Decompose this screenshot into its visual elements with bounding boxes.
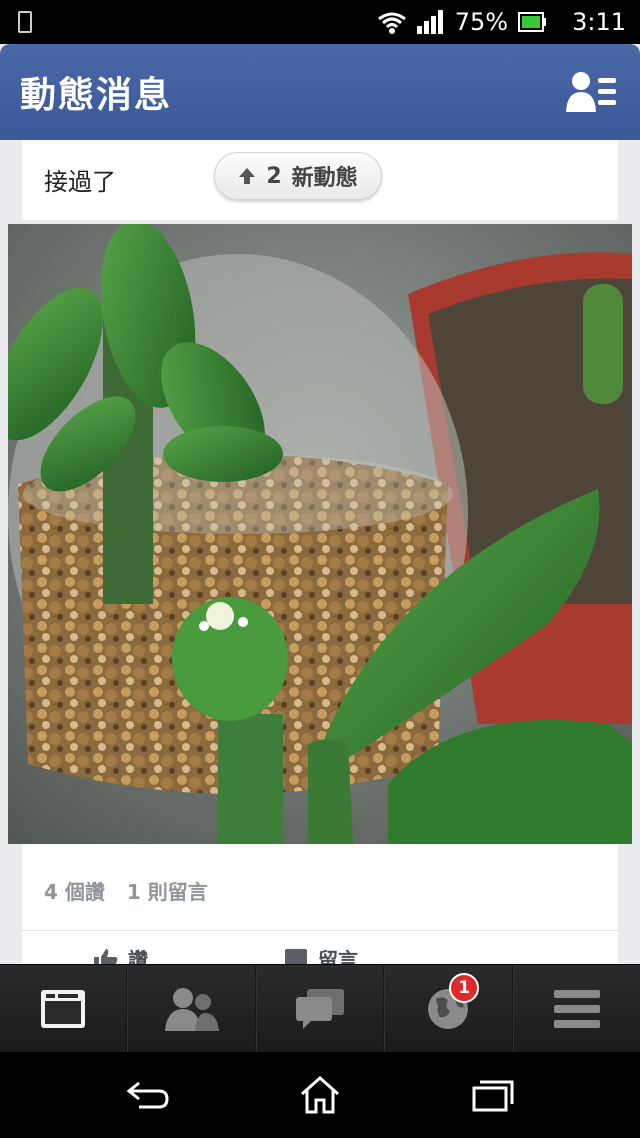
phone-icon	[18, 11, 32, 33]
tab-news-feed[interactable]	[0, 965, 128, 1052]
post-stats[interactable]: 4 個讚 1 則留言	[44, 876, 208, 905]
like-button[interactable]: 讚	[94, 944, 148, 964]
tab-more[interactable]	[512, 965, 640, 1052]
home-button[interactable]	[280, 1065, 360, 1125]
comment-icon	[285, 948, 307, 964]
notification-badge: 1	[449, 973, 480, 1003]
back-button[interactable]	[107, 1065, 187, 1125]
friends-icon	[164, 987, 219, 1031]
home-icon	[300, 1076, 339, 1114]
friend-requests-icon[interactable]	[566, 70, 618, 114]
recent-apps-icon	[472, 1080, 514, 1112]
like-count[interactable]: 4 個讚	[44, 876, 105, 905]
back-icon	[126, 1081, 169, 1109]
new-stories-button[interactable]: 2 新動態	[214, 152, 382, 200]
tab-messages[interactable]	[255, 965, 385, 1052]
news-feed-icon	[41, 989, 86, 1028]
divider	[22, 930, 618, 931]
new-stories-label: 新動態	[291, 166, 358, 191]
tab-bar: 1	[0, 964, 640, 1052]
status-bar: 75% 3:11	[0, 0, 640, 44]
messages-icon	[296, 988, 345, 1029]
clock: 3:11	[572, 8, 626, 36]
news-feed[interactable]: 接過了 2 新動態 4 個讚 1 則留言 讚 留言	[0, 140, 640, 964]
post-actions: 讚 留言	[22, 944, 618, 964]
signal-icon	[416, 10, 445, 34]
comment-count[interactable]: 1 則留言	[127, 876, 208, 905]
comment-button[interactable]: 留言	[284, 944, 358, 964]
like-label: 讚	[128, 948, 148, 964]
tab-friends[interactable]	[127, 965, 256, 1052]
recent-apps-button[interactable]	[453, 1065, 533, 1125]
action-bar: 動態消息	[0, 44, 640, 140]
page-title: 動態消息	[20, 75, 173, 116]
post-photo[interactable]	[8, 224, 632, 844]
system-nav-bar	[0, 1052, 640, 1138]
thumbs-up-icon	[94, 948, 118, 964]
tab-notifications[interactable]: 1	[384, 965, 513, 1052]
wifi-icon	[377, 10, 407, 34]
post-footer: 4 個讚 1 則留言 讚 留言	[22, 844, 618, 964]
menu-icon	[553, 989, 600, 1028]
up-arrow-icon	[239, 168, 256, 184]
comment-label: 留言	[318, 948, 358, 964]
screen: 75% 3:11 動態消息 接過了 2 新動態 4 個讚 1 則留言 讚 留言 …	[0, 0, 640, 1138]
new-stories-count: 2	[266, 163, 282, 189]
battery-icon	[518, 11, 548, 33]
story-text: 接過了	[44, 168, 116, 196]
battery-percent: 75%	[454, 8, 509, 36]
